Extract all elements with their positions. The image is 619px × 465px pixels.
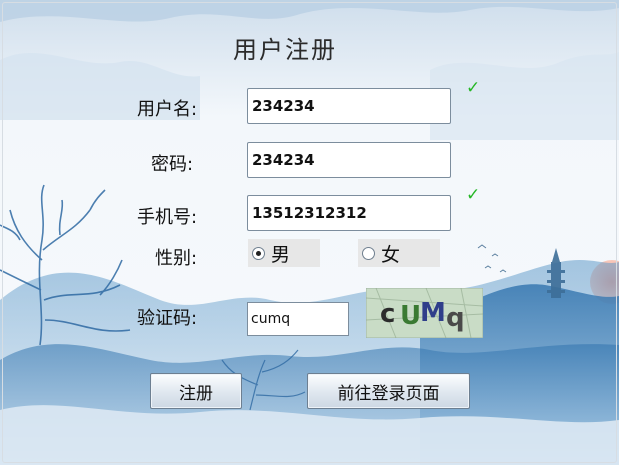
gender-label: 性别:	[155, 248, 198, 269]
gender-female-label: 女	[381, 243, 401, 266]
password-label: 密码:	[151, 154, 194, 175]
radio-unchecked-icon	[362, 246, 375, 260]
go-to-login-button[interactable]: 前往登录页面	[307, 373, 470, 409]
gender-male-radio[interactable]: 男	[248, 239, 320, 267]
radio-checked-icon	[252, 246, 265, 260]
password-input[interactable]: 234234	[247, 142, 451, 178]
svg-text:M: M	[420, 298, 446, 328]
phone-input[interactable]: 13512312312	[247, 195, 451, 231]
gender-female-radio[interactable]: 女	[358, 239, 440, 267]
page-title: 用户注册	[233, 36, 337, 64]
phone-valid-check-icon: ✓	[466, 185, 481, 205]
register-button[interactable]: 注册	[150, 373, 242, 409]
username-input[interactable]: 234234	[247, 88, 451, 124]
gender-male-label: 男	[271, 243, 291, 266]
username-label: 用户名:	[137, 99, 198, 120]
svg-text:U: U	[400, 301, 421, 331]
phone-label: 手机号:	[137, 207, 198, 228]
captcha-input[interactable]: cumq	[247, 302, 349, 336]
svg-text:c: c	[380, 299, 395, 329]
svg-text:q: q	[446, 303, 465, 333]
username-valid-check-icon: ✓	[466, 78, 481, 98]
captcha-image[interactable]: c U M q	[366, 288, 483, 338]
captcha-label: 验证码:	[137, 308, 198, 329]
